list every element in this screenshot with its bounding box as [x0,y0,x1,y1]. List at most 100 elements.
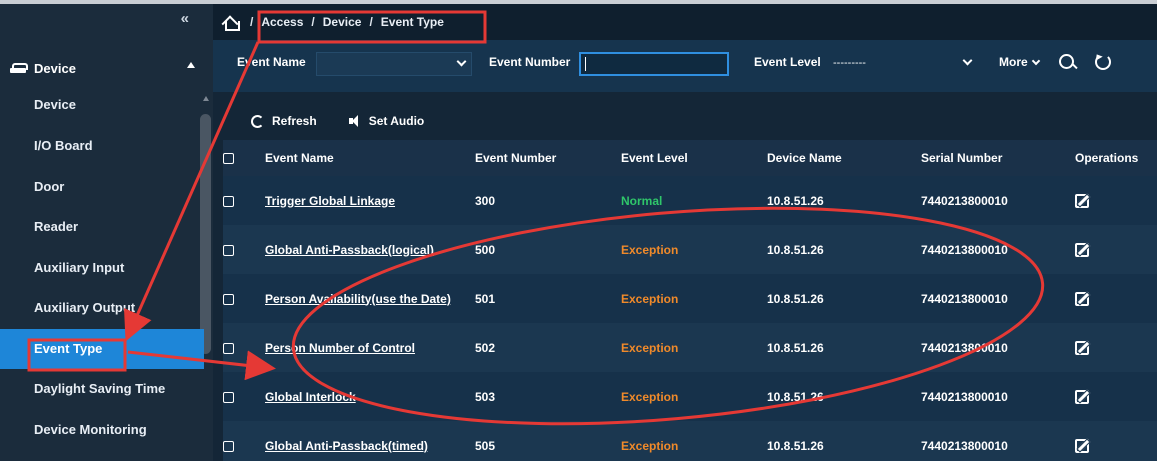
event-number-input[interactable] [579,52,729,76]
event-level-select[interactable]: --------- [827,52,977,76]
text-caret [585,57,586,71]
event-name-link[interactable]: Person Number of Control [265,341,415,355]
speaker-icon [348,115,363,127]
event-level-cell: Exception [621,389,679,404]
event-number-cell: 500 [475,242,496,257]
chevron-up-icon [187,62,195,68]
device-name-cell: 10.8.51.26 [767,291,824,306]
device-name-cell: 10.8.51.26 [767,193,824,208]
sidebar-section-label: Device [34,60,76,76]
breadcrumb-separator: / [250,15,254,29]
search-icon[interactable] [1059,54,1077,72]
row-checkbox[interactable] [223,440,234,452]
sidebar-item-device[interactable]: Device [0,88,200,126]
main-content: / Access / Device / Event Type Event Nam… [213,4,1157,461]
sidebar: « Device Device I/O Board Door Reader Au… [0,4,213,461]
event-name-link[interactable]: Global Anti-Passback(logical) [265,243,434,257]
sidebar-scrollbar[interactable] [200,114,211,354]
event-level-cell: Exception [621,242,679,257]
table-row: Person Number of Control 502 Exception 1… [223,323,1157,372]
refresh-button[interactable]: Refresh [272,114,317,128]
event-level-label: Event Level [754,55,821,69]
chevron-down-icon [456,56,467,67]
chevron-down-icon [962,55,973,66]
table-row: Global Interlock 503 Exception 10.8.51.2… [223,372,1157,421]
device-name-cell: 10.8.51.26 [767,242,824,257]
table-row: Person Availability(use the Date) 501 Ex… [223,274,1157,323]
event-level-cell: Exception [621,438,679,453]
event-name-link[interactable]: Trigger Global Linkage [265,194,395,208]
device-icon [10,63,28,73]
serial-number-cell: 7440213800010 [921,340,1008,355]
edit-icon[interactable] [1075,389,1089,404]
device-name-cell: 10.8.51.26 [767,438,824,453]
header-serial-number[interactable]: Serial Number [921,140,1075,176]
header-event-level[interactable]: Event Level [621,140,767,176]
sidebar-item-auxiliary-output[interactable]: Auxiliary Output [0,288,200,329]
edit-icon[interactable] [1075,193,1089,208]
header-event-name[interactable]: Event Name [265,140,475,176]
breadcrumb-separator: / [311,15,315,29]
event-name-link[interactable]: Person Availability(use the Date) [265,292,451,306]
reset-icon[interactable] [1095,54,1111,70]
serial-number-cell: 7440213800010 [921,291,1008,306]
chevron-down-icon [1031,56,1040,66]
serial-number-cell: 7440213800010 [921,389,1008,404]
breadcrumb-access[interactable]: Access [261,15,303,29]
event-number-cell: 505 [475,438,496,453]
scroll-up-arrow-icon[interactable] [203,96,209,101]
edit-icon[interactable] [1075,438,1089,453]
table-row: Global Anti-Passback(logical) 500 Except… [223,225,1157,274]
sidebar-item-device-monitoring[interactable]: Device Monitoring [0,410,200,451]
serial-number-cell: 7440213800010 [921,242,1008,257]
event-level-value: --------- [833,57,866,69]
event-name-label: Event Name [237,55,306,69]
event-type-table: Event Name Event Number Event Level Devi… [223,140,1157,461]
sidebar-item-auxiliary-input[interactable]: Auxiliary Input [0,248,200,289]
header-operations: Operations [1075,151,1139,165]
breadcrumb-event-type: Event Type [380,15,444,29]
edit-icon[interactable] [1075,291,1089,306]
edit-icon[interactable] [1075,340,1089,355]
sidebar-section-device[interactable]: Device [0,48,213,88]
header-event-number[interactable]: Event Number [475,140,621,176]
sidebar-item-door[interactable]: Door [0,167,200,208]
collapse-sidebar-icon[interactable]: « [181,10,189,27]
sidebar-item-event-type[interactable]: Event Type [0,328,204,369]
header-select-all[interactable] [223,140,265,176]
event-name-link[interactable]: Global Anti-Passback(timed) [265,439,428,453]
event-number-label: Event Number [489,55,571,69]
event-number-cell: 300 [475,193,496,208]
edit-icon[interactable] [1075,242,1089,257]
event-number-cell: 501 [475,291,496,306]
more-label: More [999,55,1028,69]
sidebar-item-daylight-saving-time[interactable]: Daylight Saving Time [0,369,200,410]
event-name-link[interactable]: Global Interlock [265,390,356,404]
row-checkbox[interactable] [223,391,234,403]
set-audio-button[interactable]: Set Audio [369,114,425,128]
device-name-cell: 10.8.51.26 [767,340,824,355]
event-number-cell: 502 [475,340,496,355]
event-level-cell: Exception [621,291,679,306]
device-name-cell: 10.8.51.26 [767,389,824,404]
row-checkbox[interactable] [223,293,234,305]
sidebar-item-io-board[interactable]: I/O Board [0,126,200,167]
event-level-cell: Normal [621,193,663,208]
sidebar-item-reader[interactable]: Reader [0,207,200,248]
event-number-cell: 503 [475,389,496,404]
table-header-row: Event Name Event Number Event Level Devi… [223,140,1157,176]
breadcrumb-device[interactable]: Device [323,15,362,29]
row-checkbox[interactable] [223,195,234,207]
more-filters-button[interactable]: More [999,55,1040,69]
home-icon[interactable] [223,15,240,31]
refresh-icon [251,114,264,128]
event-level-cell: Exception [621,340,679,355]
filter-bar: Event Name Event Number Event Level ----… [213,40,1157,92]
serial-number-cell: 7440213800010 [921,193,1008,208]
event-name-select[interactable] [316,52,472,76]
row-checkbox[interactable] [223,342,234,354]
row-checkbox[interactable] [223,244,234,256]
table-row: Global Anti-Passback(timed) 505 Exceptio… [223,421,1157,461]
checkbox-icon[interactable] [223,153,234,165]
header-device-name[interactable]: Device Name [767,140,921,176]
